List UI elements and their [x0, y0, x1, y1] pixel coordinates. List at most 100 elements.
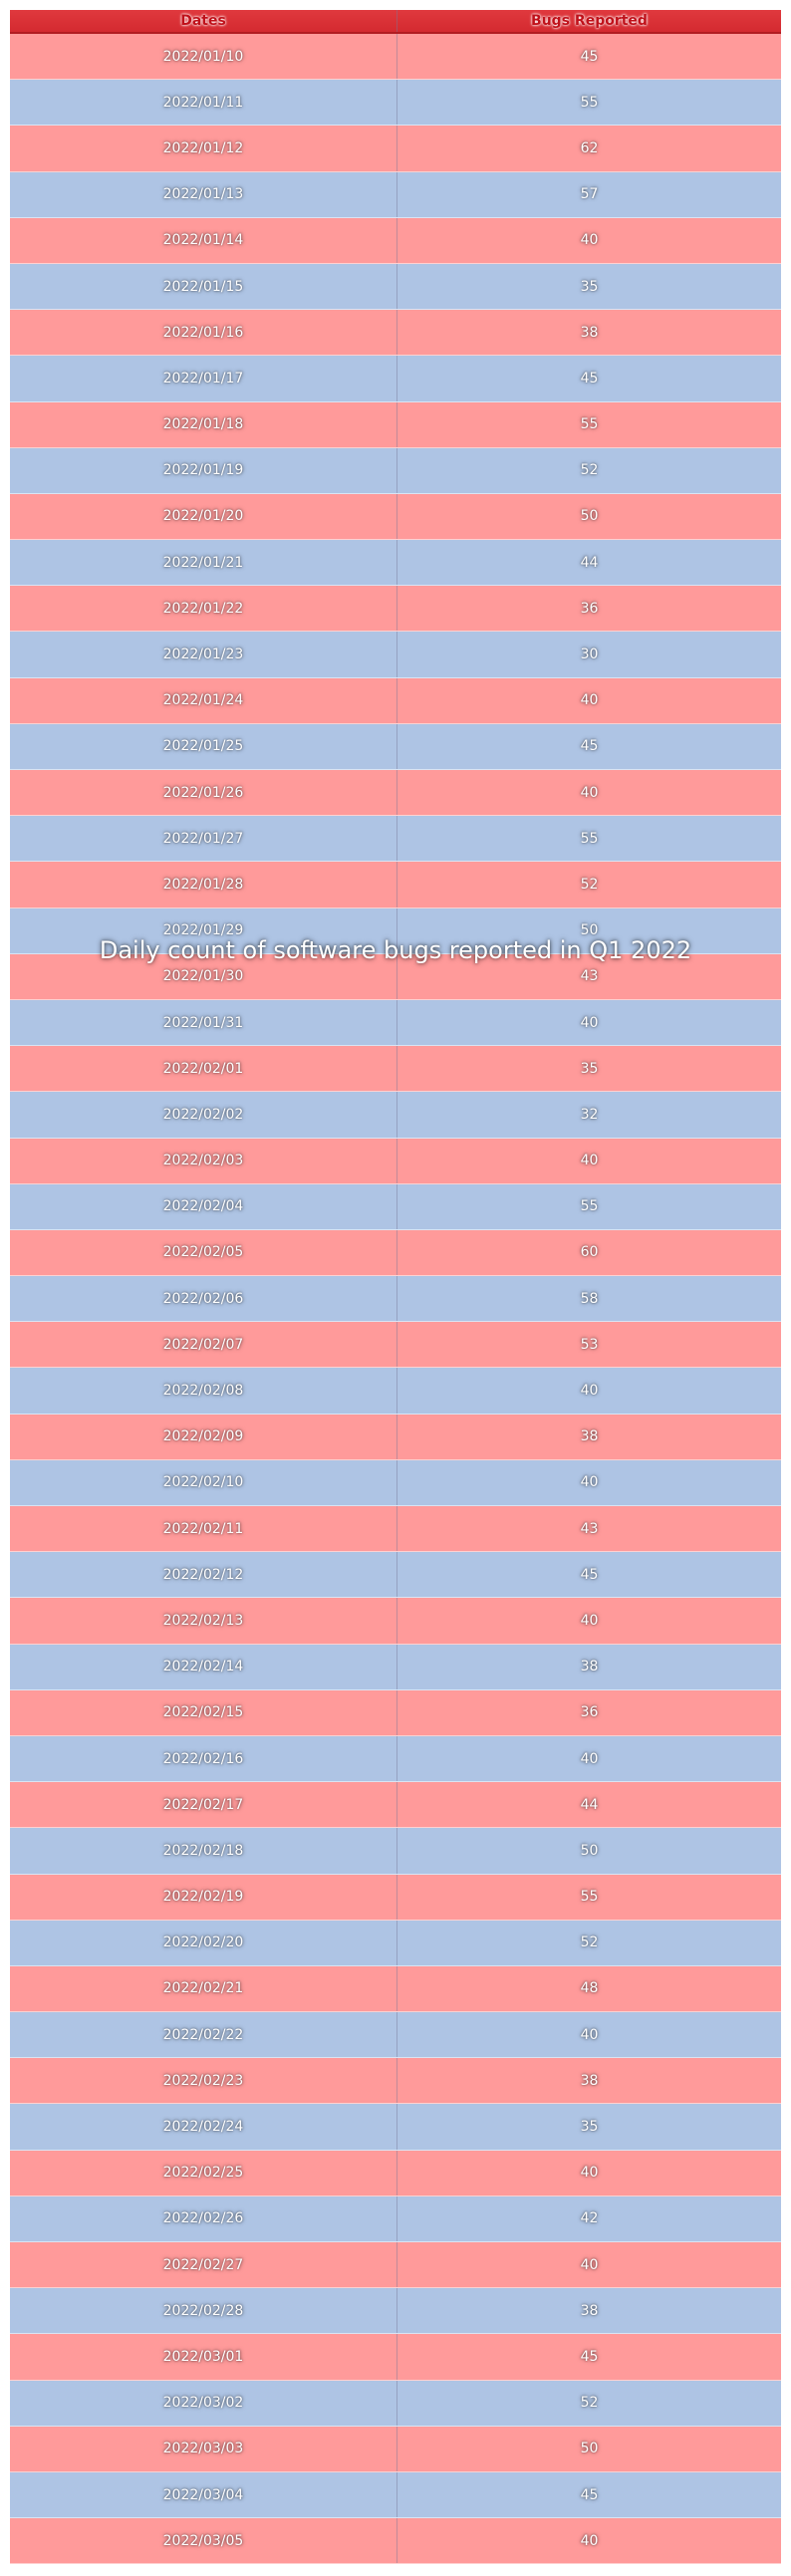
bugs-cell: 60	[580, 1244, 599, 1261]
table-row: 2022/01/15 35	[10, 263, 781, 311]
table-row: 2022/02/24 35	[10, 2104, 781, 2151]
bugs-cell: 53	[580, 1336, 599, 1353]
bugs-cell: 55	[580, 94, 599, 111]
bugs-cell: 45	[580, 48, 599, 65]
date-cell: 2022/02/12	[10, 1552, 397, 1598]
date-cell: 2022/02/16	[10, 1735, 397, 1782]
table-row: 2022/02/07 53	[10, 1322, 781, 1369]
table-row: 2022/01/22 36	[10, 586, 781, 633]
date-cell: 2022/02/21	[10, 1965, 397, 2012]
date-cell: 2022/03/01	[10, 2334, 397, 2380]
date-cell: 2022/02/20	[10, 1920, 397, 1965]
bugs-cell: 52	[580, 1934, 599, 1951]
bugs-cell: 52	[580, 462, 599, 479]
date-cell: 2022/03/02	[10, 2380, 397, 2426]
table-header: Dates Bugs Reported	[10, 10, 781, 34]
table-row: 2022/03/03 50	[10, 2426, 781, 2472]
bugs-cell: 40	[580, 1750, 599, 1767]
date-cell: 2022/01/16	[10, 310, 397, 356]
table-row: 2022/03/02 52	[10, 2380, 781, 2427]
table-row: 2022/01/17 45	[10, 356, 781, 402]
bugs-cell: 40	[580, 1474, 599, 1491]
bugs-cell: 50	[580, 508, 599, 525]
table-row: 2022/01/19 52	[10, 447, 781, 494]
bugs-cell: 50	[580, 1842, 599, 1859]
bugs-cell: 50	[580, 2441, 599, 2457]
date-cell: 2022/01/27	[10, 816, 397, 862]
bugs-cell: 38	[580, 2302, 599, 2319]
date-cell: 2022/01/29	[10, 907, 397, 953]
table-row: 2022/02/26 42	[10, 2195, 781, 2242]
bugs-cell: 35	[580, 2119, 599, 2136]
bugs-cell: 43	[580, 1520, 599, 1537]
table-row: 2022/01/20 50	[10, 493, 781, 541]
bugs-cell: 45	[580, 1566, 599, 1583]
bugs-cell: 57	[580, 186, 599, 203]
table-row: 2022/01/25 45	[10, 723, 781, 770]
table-row: 2022/01/30 43	[10, 953, 781, 1000]
date-cell: 2022/02/14	[10, 1644, 397, 1689]
table-row: 2022/02/27 40	[10, 2242, 781, 2289]
date-cell: 2022/02/26	[10, 2195, 397, 2241]
table-row: 2022/02/21 48	[10, 1965, 781, 2013]
table-row: 2022/02/20 52	[10, 1920, 781, 1966]
header-dates[interactable]: Dates	[10, 10, 397, 32]
bugs-cell: 32	[580, 1106, 599, 1123]
date-cell: 2022/01/31	[10, 999, 397, 1046]
date-cell: 2022/01/10	[10, 34, 397, 80]
date-cell: 2022/01/21	[10, 540, 397, 586]
date-cell: 2022/02/25	[10, 2150, 397, 2195]
date-cell: 2022/01/14	[10, 217, 397, 263]
table-row: 2022/02/13 40	[10, 1598, 781, 1645]
date-cell: 2022/02/04	[10, 1183, 397, 1229]
table-body: 2022/01/10 45 2022/01/11 55 2022/01/12 62 2022…	[10, 34, 781, 2565]
bugs-cell: 62	[580, 139, 599, 156]
date-cell: 2022/01/11	[10, 80, 397, 126]
date-cell: 2022/02/17	[10, 1782, 397, 1828]
bugs-cell: 38	[580, 2072, 599, 2089]
date-cell: 2022/02/15	[10, 1689, 397, 1735]
date-cell: 2022/01/30	[10, 953, 397, 999]
date-cell: 2022/01/25	[10, 723, 397, 769]
date-cell: 2022/01/22	[10, 586, 397, 632]
bugs-cell: 44	[580, 554, 599, 571]
date-cell: 2022/03/03	[10, 2426, 397, 2471]
table-row: 2022/01/21 44	[10, 540, 781, 587]
date-cell: 2022/02/23	[10, 2058, 397, 2104]
table-row: 2022/01/28 52	[10, 862, 781, 908]
bugs-cell: 50	[580, 922, 599, 939]
bugs-cell: 40	[580, 784, 599, 801]
table-row: 2022/02/12 45	[10, 1552, 781, 1599]
date-cell: 2022/02/13	[10, 1598, 397, 1644]
date-cell: 2022/02/06	[10, 1276, 397, 1322]
bugs-cell: 40	[580, 1153, 599, 1169]
bugs-cell: 35	[580, 1060, 599, 1077]
table-row: 2022/02/15 36	[10, 1689, 781, 1736]
date-cell: 2022/03/05	[10, 2518, 397, 2564]
table-row: 2022/02/19 55	[10, 1874, 781, 1921]
table-row: 2022/01/27 55	[10, 816, 781, 863]
bugs-cell: 55	[580, 1198, 599, 1215]
date-cell: 2022/01/18	[10, 401, 397, 447]
table-row: 2022/02/10 40	[10, 1459, 781, 1506]
date-cell: 2022/03/04	[10, 2471, 397, 2518]
bugs-cell: 52	[580, 876, 599, 893]
header-bugs-reported[interactable]: Bugs Reported	[397, 10, 781, 32]
bugs-cell: 45	[580, 2348, 599, 2365]
date-cell: 2022/01/26	[10, 770, 397, 816]
table-row: 2022/01/12 62	[10, 126, 781, 172]
date-cell: 2022/02/22	[10, 2012, 397, 2058]
date-cell: 2022/02/28	[10, 2288, 397, 2334]
table-row: 2022/01/24 40	[10, 677, 781, 724]
bugs-cell: 45	[580, 370, 599, 386]
date-cell: 2022/02/05	[10, 1229, 397, 1276]
bugs-cell: 36	[580, 1704, 599, 1721]
bugs-cell: 38	[580, 1659, 599, 1675]
date-cell: 2022/02/08	[10, 1368, 397, 1414]
table-row: 2022/01/10 45	[10, 34, 781, 81]
table-row: 2022/03/05 40	[10, 2518, 781, 2565]
table-row: 2022/02/14 38	[10, 1644, 781, 1690]
table-row: 2022/02/02 32	[10, 1092, 781, 1139]
table-row: 2022/01/18 55	[10, 401, 781, 448]
bugs-cell: 30	[580, 646, 599, 663]
